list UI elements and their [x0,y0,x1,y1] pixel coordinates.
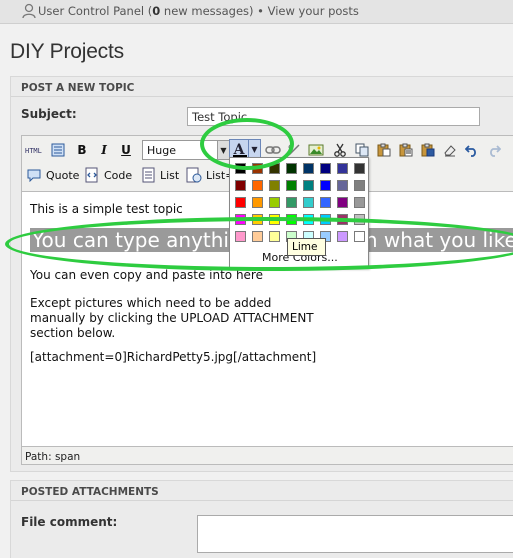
color-swatch[interactable] [252,180,263,191]
color-swatch[interactable] [235,180,246,191]
color-swatch[interactable] [269,214,280,225]
color-swatch[interactable] [286,214,297,225]
quote-button[interactable]: Quote [26,166,79,184]
color-swatch[interactable] [286,163,297,174]
bold-button[interactable]: B [72,140,92,160]
top-links[interactable]: User Control Panel (0 new messages) • Vi… [38,4,359,18]
subject-input[interactable]: Test Topic [187,107,480,126]
user-icon [22,3,36,19]
color-swatch[interactable] [303,197,314,208]
color-swatch[interactable] [252,163,263,174]
color-swatch[interactable] [320,180,331,191]
color-swatch[interactable] [337,231,348,242]
color-swatch[interactable] [252,214,263,225]
font-size-select[interactable]: Huge [142,140,218,160]
html-source-button[interactable]: HTML [24,140,46,160]
color-swatch[interactable] [354,180,365,191]
color-swatch[interactable] [303,163,314,174]
color-swatch[interactable] [354,197,365,208]
paste-word-icon[interactable] [418,140,438,160]
color-swatch[interactable] [235,214,246,225]
list-icon [142,167,155,183]
eraser-icon[interactable] [440,140,460,160]
quote-icon [27,169,41,182]
ordered-list-button[interactable]: List= [186,166,234,184]
file-comment-input[interactable] [197,515,513,553]
color-swatch[interactable] [269,180,280,191]
code-icon [85,167,98,183]
color-swatch[interactable] [286,197,297,208]
undo-icon[interactable] [462,140,482,160]
color-swatch[interactable] [269,197,280,208]
svg-text:HTML: HTML [25,147,42,155]
panel-header: POST A NEW TOPIC [11,77,513,97]
color-swatch[interactable] [320,163,331,174]
panel-header: POSTED ATTACHMENTS [11,481,513,501]
paste-text-icon[interactable] [396,140,416,160]
editor-paragraph: Except pictures which need to be added ma… [30,296,314,340]
element-path-bar: Path: span [25,451,81,463]
posted-attachments-panel: POSTED ATTACHMENTS File comment: [10,480,513,558]
color-swatch[interactable] [269,163,280,174]
list-button[interactable]: List [142,166,179,184]
code-button[interactable]: Code [84,166,132,184]
color-swatch[interactable] [286,180,297,191]
color-swatch[interactable] [337,197,348,208]
color-swatch[interactable] [269,231,280,242]
color-swatch[interactable] [235,231,246,242]
file-comment-label: File comment: [21,515,118,529]
subject-label: Subject: [21,107,77,121]
color-swatch[interactable] [320,214,331,225]
paste-icon[interactable] [374,140,394,160]
attachment-tag-line: [attachment=0]RichardPetty5.jpg[/attachm… [30,350,317,364]
top-bar: User Control Panel (0 new messages) • Vi… [0,0,513,24]
color-swatch[interactable] [354,231,365,242]
color-tooltip: Lime [287,238,326,256]
post-topic-panel: POST A NEW TOPIC Subject: Test Topic HTM… [10,76,513,472]
color-swatch[interactable] [252,231,263,242]
color-swatch[interactable] [354,163,365,174]
fullscreen-icon[interactable] [48,140,68,160]
italic-button[interactable]: I [94,140,114,160]
color-swatch[interactable] [320,197,331,208]
color-swatch[interactable] [337,180,348,191]
color-swatch[interactable] [235,163,246,174]
color-swatch[interactable] [354,214,365,225]
redo-icon[interactable] [484,140,504,160]
page-title: DIY Projects [10,40,124,63]
color-swatch[interactable] [337,163,348,174]
color-swatch[interactable] [337,214,348,225]
underline-button[interactable]: U [116,140,136,160]
editor-line: You can even copy and paste into here [30,268,263,282]
color-swatch[interactable] [235,197,246,208]
ordered-list-icon [186,167,202,183]
color-swatch[interactable] [252,197,263,208]
editor-line: This is a simple test topic [30,202,183,216]
color-swatch[interactable] [303,214,314,225]
color-swatch[interactable] [303,180,314,191]
